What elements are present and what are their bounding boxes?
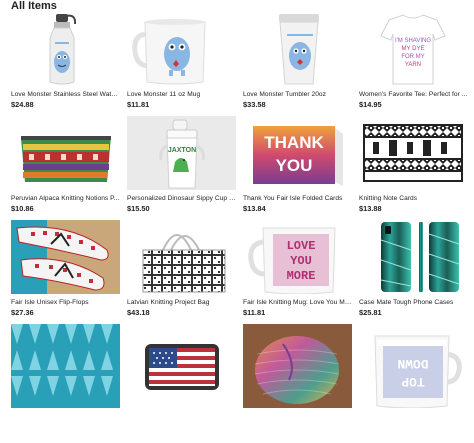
product-card[interactable]: Love Monster 11 oz Mug $11.81	[127, 12, 236, 116]
product-title[interactable]: Personalized Dinosaur Sippy Cup (...	[127, 194, 236, 203]
product-card[interactable]: JAXTON Personalized Dinosaur Sippy Cup (…	[127, 116, 236, 220]
product-card[interactable]	[127, 324, 236, 427]
product-card[interactable]: Knitting Note Cards $13.88	[359, 116, 468, 220]
product-card[interactable]: LOVE YOU MORE Fair Isle Knitting Mug: Lo…	[243, 220, 352, 324]
product-card[interactable]	[243, 324, 352, 427]
card-text-line: THANK	[264, 133, 324, 152]
product-card[interactable]: Love Monster Stainless Steel Wate... $24…	[11, 12, 120, 116]
mug-text-line: TOP	[401, 374, 425, 389]
note-card-image[interactable]	[359, 116, 468, 190]
product-card[interactable]: Love Monster Tumbler 20oz $33.58	[243, 12, 352, 116]
product-price: $14.95	[359, 100, 382, 109]
page-title: All Items	[11, 0, 57, 12]
product-card[interactable]: Fair Isle Unisex Flip-Flops $27.36	[11, 220, 120, 324]
product-price: $13.84	[243, 204, 266, 213]
product-card[interactable]: TOP DOWN	[359, 324, 468, 427]
geometric-print-image[interactable]	[11, 324, 120, 408]
product-price: $11.81	[243, 308, 266, 317]
pouch-image[interactable]	[11, 116, 120, 190]
product-title[interactable]: Knitting Note Cards	[359, 194, 468, 203]
knit-bag-image[interactable]	[243, 324, 352, 408]
shirt-text-line: FOR MY	[401, 54, 424, 60]
product-price: $11.81	[127, 100, 150, 109]
product-grid: Love Monster Stainless Steel Wate... $24…	[11, 12, 469, 427]
product-card[interactable]: THANK YOU Thank You Fair Isle Folded Car…	[243, 116, 352, 220]
sippy-cup-image[interactable]: JAXTON	[127, 116, 236, 190]
product-card[interactable]: Peruvian Alpaca Knitting Notions P... $1…	[11, 116, 120, 220]
product-price: $27.36	[11, 308, 34, 317]
mug-text-line: LOVE	[287, 239, 316, 253]
shirt-text-line: I'M SHAVING	[395, 38, 431, 44]
mug-text-line: MORE	[287, 269, 316, 283]
product-card[interactable]: Latvian Knitting Project Bag $43.18	[127, 220, 236, 324]
product-card[interactable]: Case Mate Tough Phone Cases $25.81	[359, 220, 468, 324]
mug-text-line: DOWN	[397, 356, 428, 371]
top-down-mug-image[interactable]: TOP DOWN	[359, 324, 468, 408]
shirt-text-line: YARN	[405, 62, 421, 68]
product-title[interactable]: Fair Isle Unisex Flip-Flops	[11, 298, 120, 307]
mug-text-line: YOU	[290, 254, 312, 268]
card-text-line: YOU	[276, 156, 313, 175]
product-title[interactable]: Love Monster Stainless Steel Wate...	[11, 90, 120, 99]
water-bottle-image[interactable]	[11, 12, 120, 86]
tumbler-image[interactable]	[243, 12, 352, 86]
product-price: $33.58	[243, 100, 266, 109]
product-card[interactable]	[11, 324, 120, 427]
tshirt-image[interactable]: I'M SHAVING MY DYE FOR MY YARN	[359, 12, 468, 86]
project-bag-image[interactable]	[127, 220, 236, 294]
flip-flops-image[interactable]	[11, 220, 120, 294]
product-title[interactable]: Love Monster Tumbler 20oz	[243, 90, 352, 99]
product-price: $43.18	[127, 308, 150, 317]
flag-pouch-image[interactable]	[127, 324, 236, 408]
product-price: $13.88	[359, 204, 382, 213]
product-title[interactable]: Peruvian Alpaca Knitting Notions P...	[11, 194, 120, 203]
product-price: $15.50	[127, 204, 150, 213]
product-title[interactable]: Love Monster 11 oz Mug	[127, 90, 236, 99]
product-title[interactable]: Latvian Knitting Project Bag	[127, 298, 236, 307]
product-title[interactable]: Case Mate Tough Phone Cases	[359, 298, 468, 307]
shirt-text-line: MY DYE	[402, 46, 425, 52]
product-price: $10.86	[11, 204, 34, 213]
product-card[interactable]: I'M SHAVING MY DYE FOR MY YARN Women's F…	[359, 12, 468, 116]
product-title[interactable]: Women's Favorite Tee: Perfect for ...	[359, 90, 468, 99]
product-price: $24.88	[11, 100, 34, 109]
phone-case-image[interactable]	[359, 220, 468, 294]
product-price: $25.81	[359, 308, 382, 317]
cup-name-text: JAXTON	[168, 147, 196, 154]
mug-image[interactable]	[127, 12, 236, 86]
product-title[interactable]: Thank You Fair Isle Folded Cards	[243, 194, 352, 203]
love-mug-image[interactable]: LOVE YOU MORE	[243, 220, 352, 294]
product-title[interactable]: Fair Isle Knitting Mug: Love You Mo...	[243, 298, 352, 307]
thank-you-card-image[interactable]: THANK YOU	[243, 116, 352, 190]
